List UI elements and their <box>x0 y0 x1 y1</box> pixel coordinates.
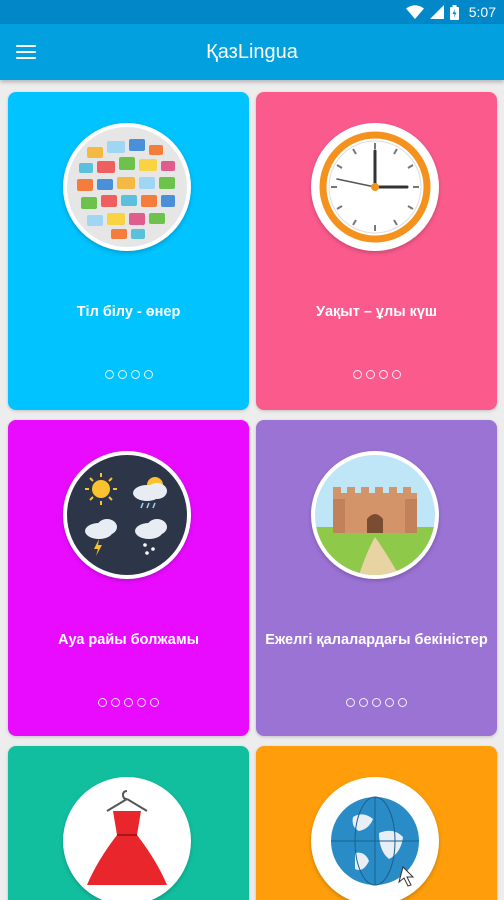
app-bar: ҚазLingua <box>0 24 504 80</box>
status-bar: 5:07 <box>0 0 504 24</box>
card-title: Ежелгі қалалардағы бекіністер <box>265 632 488 648</box>
app-title: ҚазLingua <box>206 41 298 63</box>
clock-icon <box>311 123 439 251</box>
card-travel[interactable] <box>256 746 497 900</box>
wifi-icon <box>405 5 424 19</box>
status-icons: 5:07 <box>405 0 496 24</box>
dress-icon <box>63 777 191 900</box>
globe-icon <box>311 777 439 900</box>
page-dots <box>256 370 497 379</box>
speech-bubbles-icon <box>63 123 191 251</box>
page-dots <box>8 698 249 707</box>
fortress-icon <box>311 451 439 579</box>
battery-icon <box>449 4 459 20</box>
status-time: 5:07 <box>468 4 496 20</box>
card-clothing[interactable] <box>8 746 249 900</box>
card-fortress[interactable]: Ежелгі қалалардағы бекіністер <box>256 420 497 736</box>
page-dots <box>8 370 249 379</box>
card-title: Уақыт – ұлы күш <box>315 304 438 320</box>
weather-icon <box>63 451 191 579</box>
card-title: Ауа райы болжамы <box>58 632 199 648</box>
card-language[interactable]: Тіл білу - өнер <box>8 92 249 410</box>
card-title: Тіл білу - өнер <box>76 304 181 320</box>
card-weather[interactable]: Ауа райы болжамы <box>8 420 249 736</box>
signal-icon <box>429 5 444 19</box>
page-dots <box>256 698 497 707</box>
card-time[interactable]: Уақыт – ұлы күш <box>256 92 497 410</box>
